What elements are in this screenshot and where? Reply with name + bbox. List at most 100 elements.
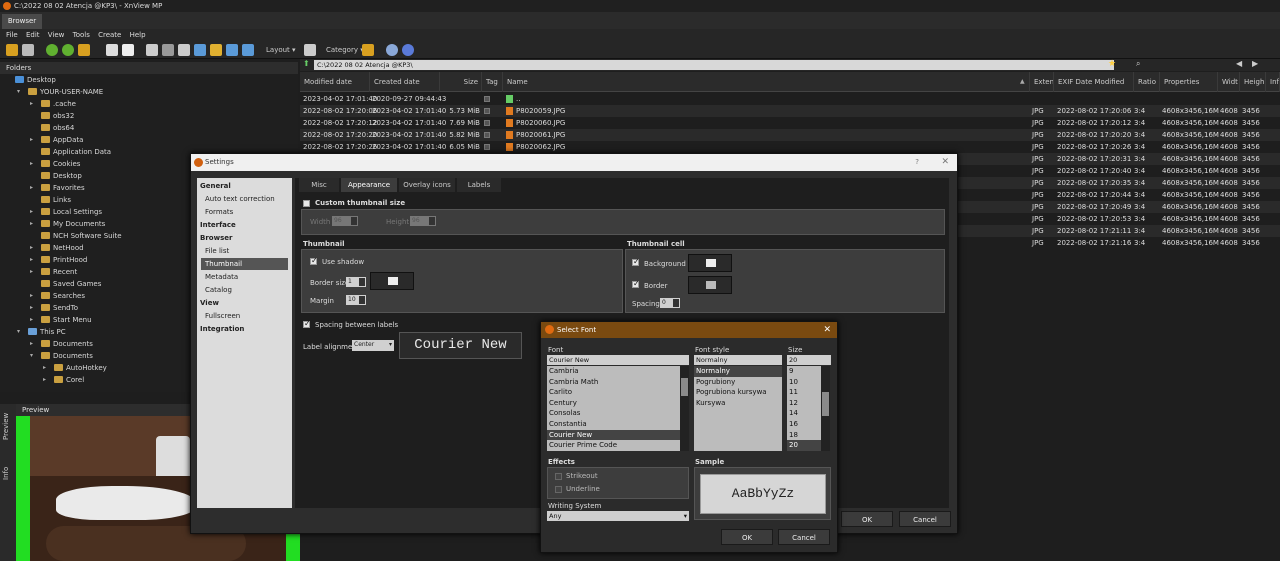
tab-overlay-icons[interactable]: Overlay icons: [399, 178, 455, 192]
col-name[interactable]: Name: [503, 72, 1030, 92]
spacing-spinner[interactable]: 0: [660, 298, 680, 308]
folder-tree-item[interactable]: ▸ .cache: [30, 98, 76, 110]
help-button[interactable]: ?: [915, 154, 919, 171]
star-icon[interactable]: ★: [1108, 59, 1116, 69]
menu-view[interactable]: View: [48, 29, 65, 41]
font-style-item[interactable]: Normalny: [694, 366, 782, 377]
table-row[interactable]: 2022-08-02 17:20:06 2023-04-02 17:01:40 5.…: [300, 105, 1280, 117]
move-folder-icon[interactable]: [78, 44, 90, 56]
open-folder-icon[interactable]: [6, 44, 18, 56]
tab-misc[interactable]: Misc: [299, 178, 339, 192]
col-info[interactable]: Info: [1266, 72, 1280, 92]
tag-checkbox[interactable]: [484, 132, 490, 138]
chevron-right-icon[interactable]: ▸: [30, 338, 33, 350]
size-list-scrollbar[interactable]: [821, 366, 830, 451]
folder-tree-item[interactable]: ▸ Local Settings: [30, 206, 102, 218]
width-spinner[interactable]: 96: [332, 216, 358, 226]
writing-system-select[interactable]: Any ▾: [547, 511, 689, 521]
folder-tree-item[interactable]: ▾ Documents: [30, 350, 93, 362]
size-list-item[interactable]: 9: [787, 366, 821, 377]
margin-spinner[interactable]: 10: [346, 295, 366, 305]
size-list-item[interactable]: 10: [787, 377, 821, 388]
underline-checkbox[interactable]: [555, 486, 562, 493]
chevron-right-icon[interactable]: ▸: [30, 290, 33, 302]
chevron-right-icon[interactable]: ▸: [30, 302, 33, 314]
col-properties[interactable]: Properties: [1160, 72, 1218, 92]
folder-tree-item[interactable]: ▸ Recent: [30, 266, 77, 278]
settings-nav-thumbnail[interactable]: Thumbnail: [201, 258, 288, 270]
font-cancel-button[interactable]: Cancel: [778, 529, 830, 545]
font-list-item[interactable]: Courier Prime Code: [547, 440, 680, 451]
tab-labels[interactable]: Labels: [457, 178, 501, 192]
col-tag[interactable]: Tag: [482, 72, 503, 92]
folder-tree-item[interactable]: Desktop: [41, 170, 82, 182]
rotate-icon[interactable]: [62, 44, 74, 56]
menu-file[interactable]: File: [6, 29, 18, 41]
folder-tree-item[interactable]: Application Data: [41, 146, 111, 158]
font-input[interactable]: Courier New: [547, 355, 689, 365]
folder-tree-item[interactable]: ▸ SendTo: [30, 302, 78, 314]
tag-checkbox[interactable]: [484, 108, 490, 114]
settings-nav-fullscreen[interactable]: Fullscreen: [205, 310, 240, 322]
col-size[interactable]: Size: [440, 72, 482, 92]
back-arrow-icon[interactable]: ◀: [1236, 59, 1242, 68]
settings-nav-file-list[interactable]: File list: [205, 245, 229, 257]
font-list-item[interactable]: Century: [547, 398, 680, 409]
layout-menu[interactable]: Layout ▾: [266, 45, 296, 55]
settings-nav-formats[interactable]: Formats: [205, 206, 233, 218]
table-row[interactable]: 2022-08-02 17:20:26 2023-04-02 17:01:40 6.…: [300, 141, 1280, 153]
font-preview-button[interactable]: Courier New: [399, 332, 522, 359]
chevron-down-icon[interactable]: ▾: [30, 350, 33, 362]
folder-tree-item[interactable]: Links: [41, 194, 71, 206]
custom-size-checkbox[interactable]: [303, 200, 310, 207]
font-list-item[interactable]: Consolas: [547, 408, 680, 419]
font-list-scrollbar[interactable]: [680, 366, 689, 451]
col-created-date[interactable]: Created date: [370, 72, 440, 92]
font-list-item[interactable]: Courier New: [547, 429, 680, 441]
chevron-right-icon[interactable]: ▸: [30, 134, 33, 146]
search-icon[interactable]: ⌕: [1136, 59, 1140, 69]
col-width[interactable]: Widt: [1218, 72, 1240, 92]
font-list[interactable]: Cambria Cambria Math Carlito Century Consola…: [547, 366, 680, 451]
font-list-item[interactable]: Cambria Math: [547, 377, 680, 388]
tag-checkbox[interactable]: [484, 96, 490, 102]
size-list-item[interactable]: 18: [787, 430, 821, 441]
folder-tree-item[interactable]: ▸ PrintHood: [30, 254, 87, 266]
help-icon[interactable]: [402, 44, 414, 56]
settings-cancel-button[interactable]: Cancel: [899, 511, 951, 527]
folder-tree-item[interactable]: ▾ This PC: [17, 326, 66, 338]
table-row[interactable]: 2023-04-02 17:01:40 2020-09-27 09:44:43..: [300, 93, 1280, 105]
filter-icon[interactable]: [304, 44, 316, 56]
settings-nav-catalog[interactable]: Catalog: [205, 284, 232, 296]
height-spinner[interactable]: 96: [410, 216, 436, 226]
chevron-right-icon[interactable]: ▸: [30, 158, 33, 170]
strikeout-checkbox[interactable]: [555, 473, 562, 480]
font-style-item[interactable]: Pogrubiony: [694, 377, 782, 388]
folder-tree-item[interactable]: ▸ NetHood: [30, 242, 84, 254]
folder-tree-item[interactable]: Desktop: [15, 74, 56, 86]
size-input[interactable]: 20: [787, 355, 831, 365]
menu-edit[interactable]: Edit: [26, 29, 40, 41]
print-icon[interactable]: [22, 44, 34, 56]
settings-ok-button[interactable]: OK: [841, 511, 893, 527]
folder-tree-item[interactable]: ▾ YOUR-USER-NAME: [17, 86, 103, 98]
border-checkbox[interactable]: [632, 279, 640, 288]
folder-tree-item[interactable]: ▸ Corel: [43, 374, 84, 386]
menu-help[interactable]: Help: [130, 29, 146, 41]
refresh-icon[interactable]: [46, 44, 58, 56]
chevron-down-icon[interactable]: ▾: [17, 326, 20, 338]
chevron-right-icon[interactable]: ▸: [30, 254, 33, 266]
col-exif-date[interactable]: EXIF Date Modified: [1054, 72, 1134, 92]
background-checkbox[interactable]: [632, 257, 640, 266]
font-list-item[interactable]: Constantia: [547, 419, 680, 430]
folder-tree-item[interactable]: ▸ Cookies: [30, 158, 80, 170]
tab-appearance[interactable]: Appearance: [341, 178, 397, 192]
folder-tree-item[interactable]: ▸ My Documents: [30, 218, 105, 230]
folder-tree-item[interactable]: ▸ Favorites: [30, 182, 85, 194]
chevron-right-icon[interactable]: ▸: [43, 374, 46, 386]
scan-icon[interactable]: [178, 44, 190, 56]
tab-browser[interactable]: Browser: [2, 14, 42, 29]
up-arrow-icon[interactable]: ⬆: [303, 59, 310, 68]
settings-tool-icon[interactable]: [242, 44, 254, 56]
chevron-down-icon[interactable]: ▾: [17, 86, 20, 98]
